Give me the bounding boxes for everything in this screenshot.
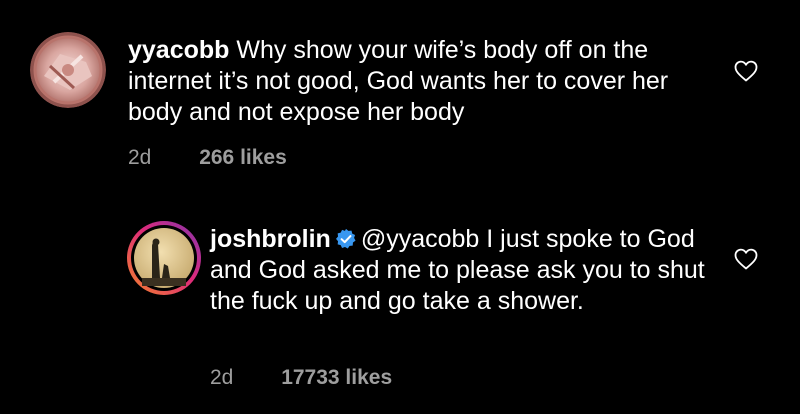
comment-item: yyacobb Why show your wife’s body off on…	[30, 32, 790, 182]
comment-username[interactable]: joshbrolin	[210, 225, 331, 253]
comment-timestamp: 2d	[128, 146, 152, 169]
like-button[interactable]	[734, 248, 758, 270]
comment-body: yyacobb Why show your wife’s body off on…	[128, 35, 718, 128]
comment-like-count[interactable]: 17733 likes	[281, 366, 392, 389]
heart-outline-icon	[734, 248, 758, 270]
commenter-avatar[interactable]	[126, 220, 202, 296]
comment-like-count[interactable]: 266 likes	[199, 146, 287, 169]
verified-badge-icon	[335, 228, 357, 250]
heart-outline-icon	[734, 60, 758, 82]
comment-mention[interactable]: @yyacobb	[361, 225, 480, 253]
like-button[interactable]	[734, 60, 758, 82]
comment-timestamp: 2d	[210, 366, 234, 389]
reply-item: joshbrolin @yyacobb I just spoke to God a…	[126, 220, 790, 400]
profile-photo-icon	[30, 32, 106, 108]
comment-username[interactable]: yyacobb	[128, 36, 229, 64]
commenter-avatar[interactable]	[30, 32, 106, 108]
comment-meta: 2d 17733 likes	[210, 366, 392, 390]
comment-meta: 2d 266 likes	[128, 146, 287, 170]
profile-photo-icon	[127, 221, 201, 295]
reply-body: joshbrolin @yyacobb I just spoke to God a…	[210, 224, 710, 317]
